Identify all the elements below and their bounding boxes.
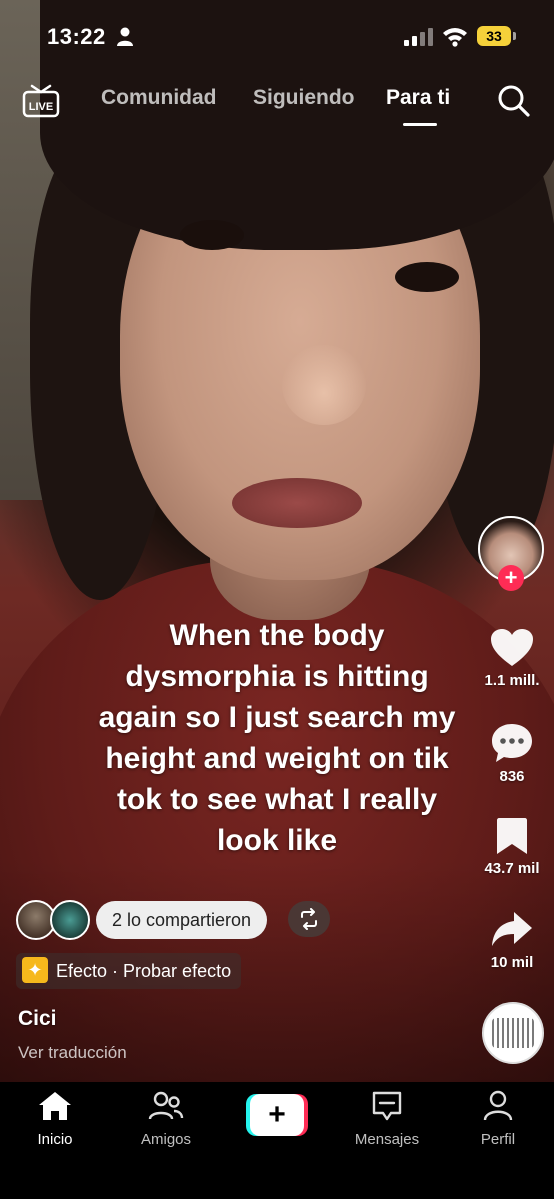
wifi-icon: [443, 28, 467, 47]
repost-button[interactable]: [288, 901, 330, 937]
search-icon[interactable]: [497, 84, 531, 118]
svg-text:LIVE: LIVE: [29, 101, 53, 113]
share-arrow-icon: [492, 912, 532, 946]
tab-inicio[interactable]: Inicio: [15, 1090, 95, 1148]
tab-inicio-label: Inicio: [37, 1131, 73, 1148]
comment-count: 836: [499, 768, 525, 785]
tab-amigos[interactable]: Amigos: [126, 1090, 206, 1148]
tab-perfil[interactable]: Perfil: [458, 1090, 538, 1148]
bottom-tab-bar: Inicio Amigos + Mensajes Perfil: [0, 1082, 554, 1199]
comment-button[interactable]: 836: [470, 722, 554, 785]
status-bar: 13:22 33: [0, 0, 554, 70]
tab-mensajes[interactable]: Mensajes: [347, 1090, 427, 1148]
shared-avatar-2[interactable]: [50, 900, 90, 940]
effect-link[interactable]: ✦ Efecto · Probar efecto: [16, 953, 242, 989]
signal-icon: [404, 28, 433, 46]
live-icon[interactable]: LIVE: [22, 84, 60, 118]
share-button[interactable]: 10 mil: [470, 910, 554, 971]
friends-icon: [148, 1091, 184, 1120]
tab-para-ti[interactable]: Para ti: [386, 86, 450, 110]
video-caption: When the body dysmorphia is hitting agai…: [98, 619, 456, 857]
effect-icon: ✦: [22, 957, 48, 984]
tab-amigos-label: Amigos: [140, 1131, 192, 1148]
person-icon: [117, 27, 133, 46]
comment-icon: [492, 724, 532, 762]
effect-label: Efecto · Probar efecto: [56, 961, 232, 981]
music-cover: [492, 1018, 534, 1048]
battery-icon: 33: [477, 26, 517, 46]
tab-siguiendo[interactable]: Siguiendo: [253, 86, 355, 110]
battery-level: 33: [477, 26, 511, 46]
shared-by-row: 2 lo compartieron: [16, 900, 366, 940]
create-button[interactable]: +: [246, 1094, 308, 1136]
music-disc[interactable]: [482, 1002, 544, 1064]
inbox-icon: [372, 1091, 402, 1121]
home-icon: [39, 1092, 71, 1120]
shared-count-pill[interactable]: 2 lo compartieron: [96, 901, 268, 939]
eye-right: [395, 262, 459, 292]
translate-link[interactable]: Ver traducción: [18, 1043, 127, 1063]
repost-icon: [301, 908, 317, 930]
create-plus-icon: +: [250, 1094, 304, 1136]
share-count: 10 mil: [490, 954, 534, 971]
profile-icon: [483, 1090, 513, 1121]
save-button[interactable]: 43.7 mil: [470, 816, 554, 877]
save-count: 43.7 mil: [484, 860, 540, 877]
tab-perfil-label: Perfil: [480, 1131, 516, 1148]
active-tab-indicator: [403, 123, 437, 126]
like-count: 1.1 mill.: [484, 672, 540, 689]
status-time: 13:22: [47, 24, 106, 49]
heart-icon: [491, 629, 533, 666]
nose: [282, 345, 366, 425]
top-nav: LIVE Comunidad Siguiendo Para ti: [0, 78, 554, 128]
like-button[interactable]: 1.1 mill.: [470, 628, 554, 689]
tab-comunidad[interactable]: Comunidad: [101, 86, 217, 110]
bookmark-icon: [497, 818, 527, 854]
tab-mensajes-label: Mensajes: [354, 1131, 420, 1148]
lips: [232, 478, 362, 528]
follow-button[interactable]: +: [498, 565, 524, 591]
author-name[interactable]: Cici: [18, 1007, 57, 1031]
eye-left: [180, 220, 244, 250]
